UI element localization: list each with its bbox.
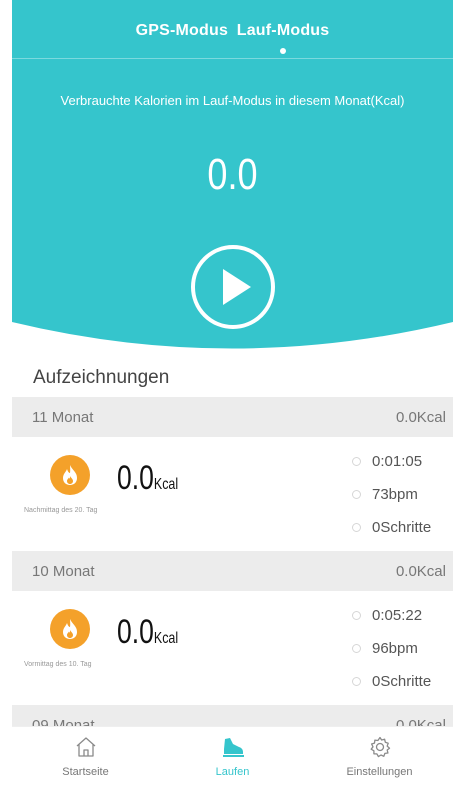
flame-icon [50, 609, 90, 649]
flame-icon [50, 455, 90, 495]
nav-label-home: Startseite [62, 766, 109, 778]
active-tab-indicator [280, 48, 287, 54]
heart-rate-value: 73bpm [372, 486, 418, 503]
month-total: 0.0Kcal [395, 408, 446, 426]
steps-value: 0Schritte [372, 519, 432, 536]
steps-value: 0Schritte [372, 673, 432, 690]
record-kcal-unit: Kcal [153, 476, 179, 493]
monthly-calorie-caption: Verbrauchte Kalorien im Lauf-Modus in di… [60, 93, 405, 108]
heart-rate-bullet-icon [352, 490, 361, 499]
record-kcal: 0.0Kcal [117, 459, 178, 498]
heart-rate-bullet-icon [352, 644, 361, 653]
nav-item-home[interactable]: Startseite [12, 727, 159, 785]
header-divider [12, 58, 453, 59]
header-curve [12, 300, 453, 360]
run-mode-header: GPS-Modus Lauf-Modus Verbrauchte Kalorie… [12, 0, 453, 360]
run-record-card[interactable]: Nachmittag des 20. Tag 0.0Kcal 0:01:05 7… [12, 437, 453, 551]
duration-stat: 0:05:22 [352, 599, 431, 632]
home-icon [76, 737, 95, 757]
duration-value: 0:01:05 [372, 453, 423, 470]
month-total: 0.0Kcal [395, 562, 446, 580]
run-record-card[interactable]: Vormittag des 10. Tag 0.0Kcal 0:05:22 96… [12, 591, 453, 705]
gear-icon [370, 736, 390, 758]
running-shoe-icon [222, 738, 244, 757]
record-kcal: 0.0Kcal [117, 613, 178, 652]
record-kcal-value: 0.0 [117, 613, 154, 651]
mode-tabs: GPS-Modus Lauf-Modus [12, 22, 453, 54]
month-header-row[interactable]: 10 Monat 0.0Kcal [12, 551, 453, 591]
tab-run-mode[interactable]: Lauf-Modus [236, 22, 330, 54]
steps-stat: 0Schritte [352, 511, 431, 544]
heart-rate-value: 96bpm [372, 640, 418, 657]
records-title: Aufzeichnungen [33, 367, 170, 388]
nav-label-settings: Einstellungen [346, 766, 413, 778]
monthly-calorie-value: 0.0 [207, 150, 258, 199]
month-header-row[interactable]: 11 Monat 0.0Kcal [12, 397, 453, 437]
duration-value: 0:05:22 [372, 607, 423, 624]
heart-rate-stat: 73bpm [352, 478, 431, 511]
record-kcal-unit: Kcal [153, 630, 179, 647]
steps-bullet-icon [352, 677, 361, 686]
tab-run-mode-label: Lauf-Modus [236, 22, 330, 39]
month-label: 10 Monat [32, 562, 95, 580]
record-stats: 0:01:05 73bpm 0Schritte [352, 445, 431, 544]
steps-bullet-icon [352, 523, 361, 532]
duration-bullet-icon [352, 457, 361, 466]
duration-bullet-icon [352, 611, 361, 620]
duration-stat: 0:01:05 [352, 445, 431, 478]
record-time-label: Vormittag des 10. Tag [24, 661, 92, 668]
nav-label-running: Laufen [215, 766, 250, 778]
bottom-navigation: Startseite Laufen Einstellungen [12, 726, 453, 785]
steps-stat: 0Schritte [352, 665, 431, 698]
heart-rate-stat: 96bpm [352, 632, 431, 665]
record-kcal-value: 0.0 [117, 459, 154, 497]
nav-item-settings[interactable]: Einstellungen [306, 727, 453, 785]
record-time-label: Nachmittag des 20. Tag [24, 507, 98, 514]
record-stats: 0:05:22 96bpm 0Schritte [352, 599, 431, 698]
nav-item-running[interactable]: Laufen [159, 727, 306, 785]
tab-gps-mode[interactable]: GPS-Modus [136, 22, 228, 40]
month-label: 11 Monat [32, 408, 94, 426]
